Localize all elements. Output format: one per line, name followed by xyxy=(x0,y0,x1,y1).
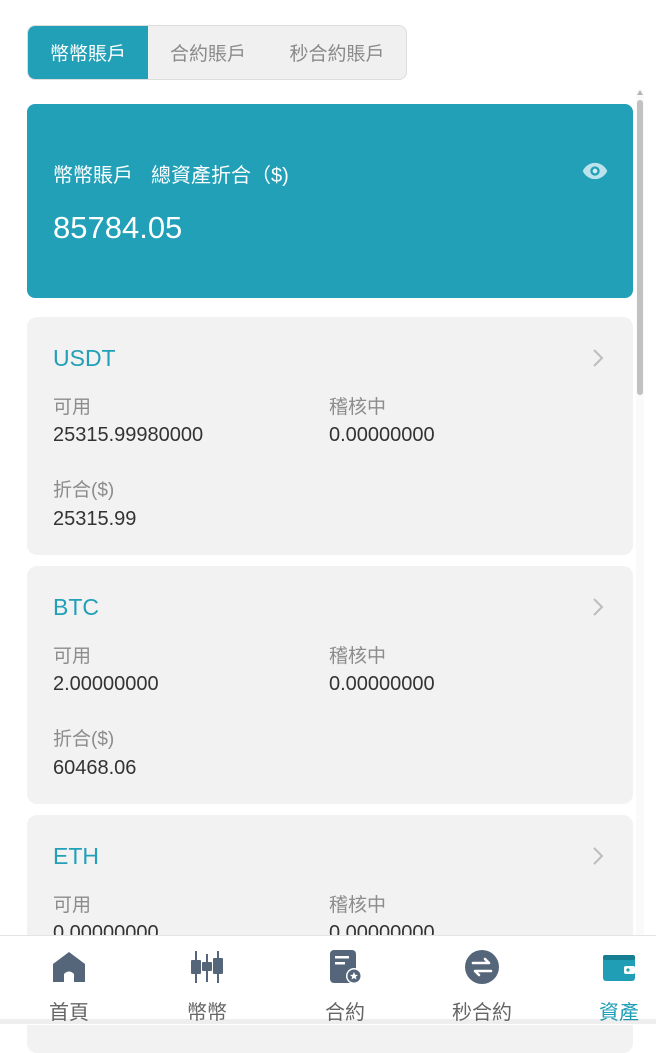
nav-item-home[interactable]: 首頁 xyxy=(9,936,129,1025)
frozen-value: 0.00000000 xyxy=(329,424,435,446)
equiv-value: 60468.06 xyxy=(53,757,137,779)
available-label: 可用 xyxy=(53,397,92,418)
available-value: 25315.99980000 xyxy=(53,424,204,446)
scroll-up-arrow[interactable] xyxy=(637,90,643,95)
scrollbar-thumb[interactable] xyxy=(637,100,643,395)
chevron-right-icon xyxy=(593,598,604,616)
eye-icon[interactable] xyxy=(581,157,609,185)
equiv-label: 折合($) xyxy=(53,729,115,750)
scrollbar[interactable] xyxy=(636,90,644,935)
candlestick-icon xyxy=(191,951,223,983)
available-label: 可用 xyxy=(53,895,92,916)
nav-item-second-contract[interactable]: 秒合約 xyxy=(422,936,542,1025)
asset-card-usdt[interactable]: USDT 可用 25315.99980000 稽核中 0.00000000 折合… xyxy=(27,317,633,555)
frozen-label: 稽核中 xyxy=(329,646,387,667)
nav-item-assets[interactable]: 資產 xyxy=(559,936,656,1025)
available-label: 可用 xyxy=(53,646,92,667)
total-assets-value: 85784.05 xyxy=(53,210,183,245)
home-icon xyxy=(53,952,85,982)
home-indicator-strip xyxy=(0,1019,656,1024)
asset-name: USDT xyxy=(53,345,116,371)
nav-item-spot[interactable]: 幣幣 xyxy=(147,936,267,1025)
frozen-value: 0.00000000 xyxy=(329,673,435,695)
exchange-icon xyxy=(465,950,499,984)
total-label: 總資產折合（$) xyxy=(151,165,289,187)
tab-second-contract-account[interactable]: 秒合約賬戶 xyxy=(268,26,406,79)
asset-name: BTC xyxy=(53,594,99,620)
chevron-right-icon xyxy=(593,349,604,367)
equiv-label: 折合($) xyxy=(53,480,115,501)
asset-name: ETH xyxy=(53,843,99,869)
available-value: 2.00000000 xyxy=(53,673,159,695)
frozen-label: 稽核中 xyxy=(329,397,387,418)
total-assets-card: 幣幣賬戶 總資產折合（$) 85784.05 xyxy=(27,104,633,298)
total-assets-label: 幣幣賬戶 總資產折合（$) xyxy=(53,159,307,188)
chevron-right-icon xyxy=(593,847,604,865)
asset-card-btc[interactable]: BTC 可用 2.00000000 稽核中 0.00000000 折合($) 6… xyxy=(27,566,633,804)
tab-spot-account[interactable]: 幣幣賬戶 xyxy=(28,26,148,79)
tab-contract-account[interactable]: 合約賬戶 xyxy=(148,26,268,79)
frozen-label: 稽核中 xyxy=(329,895,387,916)
equiv-value: 25315.99 xyxy=(53,508,137,530)
bottom-nav: 首頁 幣幣 合約 秒合約 資產 xyxy=(0,935,656,1025)
nav-item-contract[interactable]: 合約 xyxy=(285,936,405,1025)
wallet-icon xyxy=(603,955,635,981)
account-tabs: 幣幣賬戶 合約賬戶 秒合約賬戶 xyxy=(27,25,407,80)
account-label: 幣幣賬戶 xyxy=(53,165,133,187)
contract-icon xyxy=(330,950,362,984)
